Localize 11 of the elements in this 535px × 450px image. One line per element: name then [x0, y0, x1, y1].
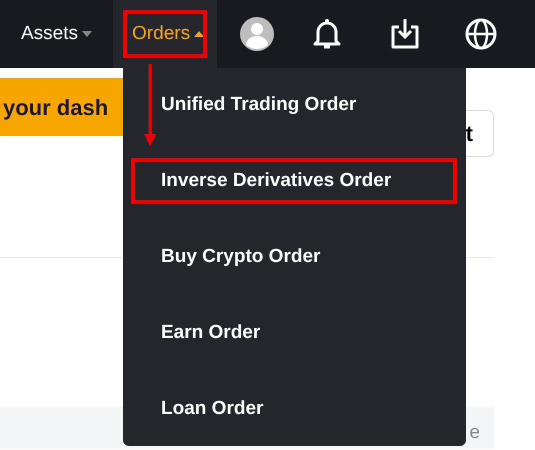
- dropdown-item[interactable]: Inverse Derivatives Order: [131, 158, 457, 204]
- globe-icon[interactable]: [464, 17, 498, 51]
- caret-icon: [194, 31, 204, 37]
- nav-menu-item[interactable]: Assets: [0, 0, 114, 68]
- dropdown-item[interactable]: Loan Order: [131, 386, 457, 432]
- dropdown-item[interactable]: Buy Crypto Order: [131, 234, 457, 280]
- dropdown-item[interactable]: Earn Order: [131, 310, 457, 356]
- caret-icon: [82, 31, 92, 37]
- footer-text: e: [469, 420, 480, 444]
- avatar-icon[interactable]: [240, 17, 274, 51]
- nav-menu-item[interactable]: Orders: [113, 0, 218, 68]
